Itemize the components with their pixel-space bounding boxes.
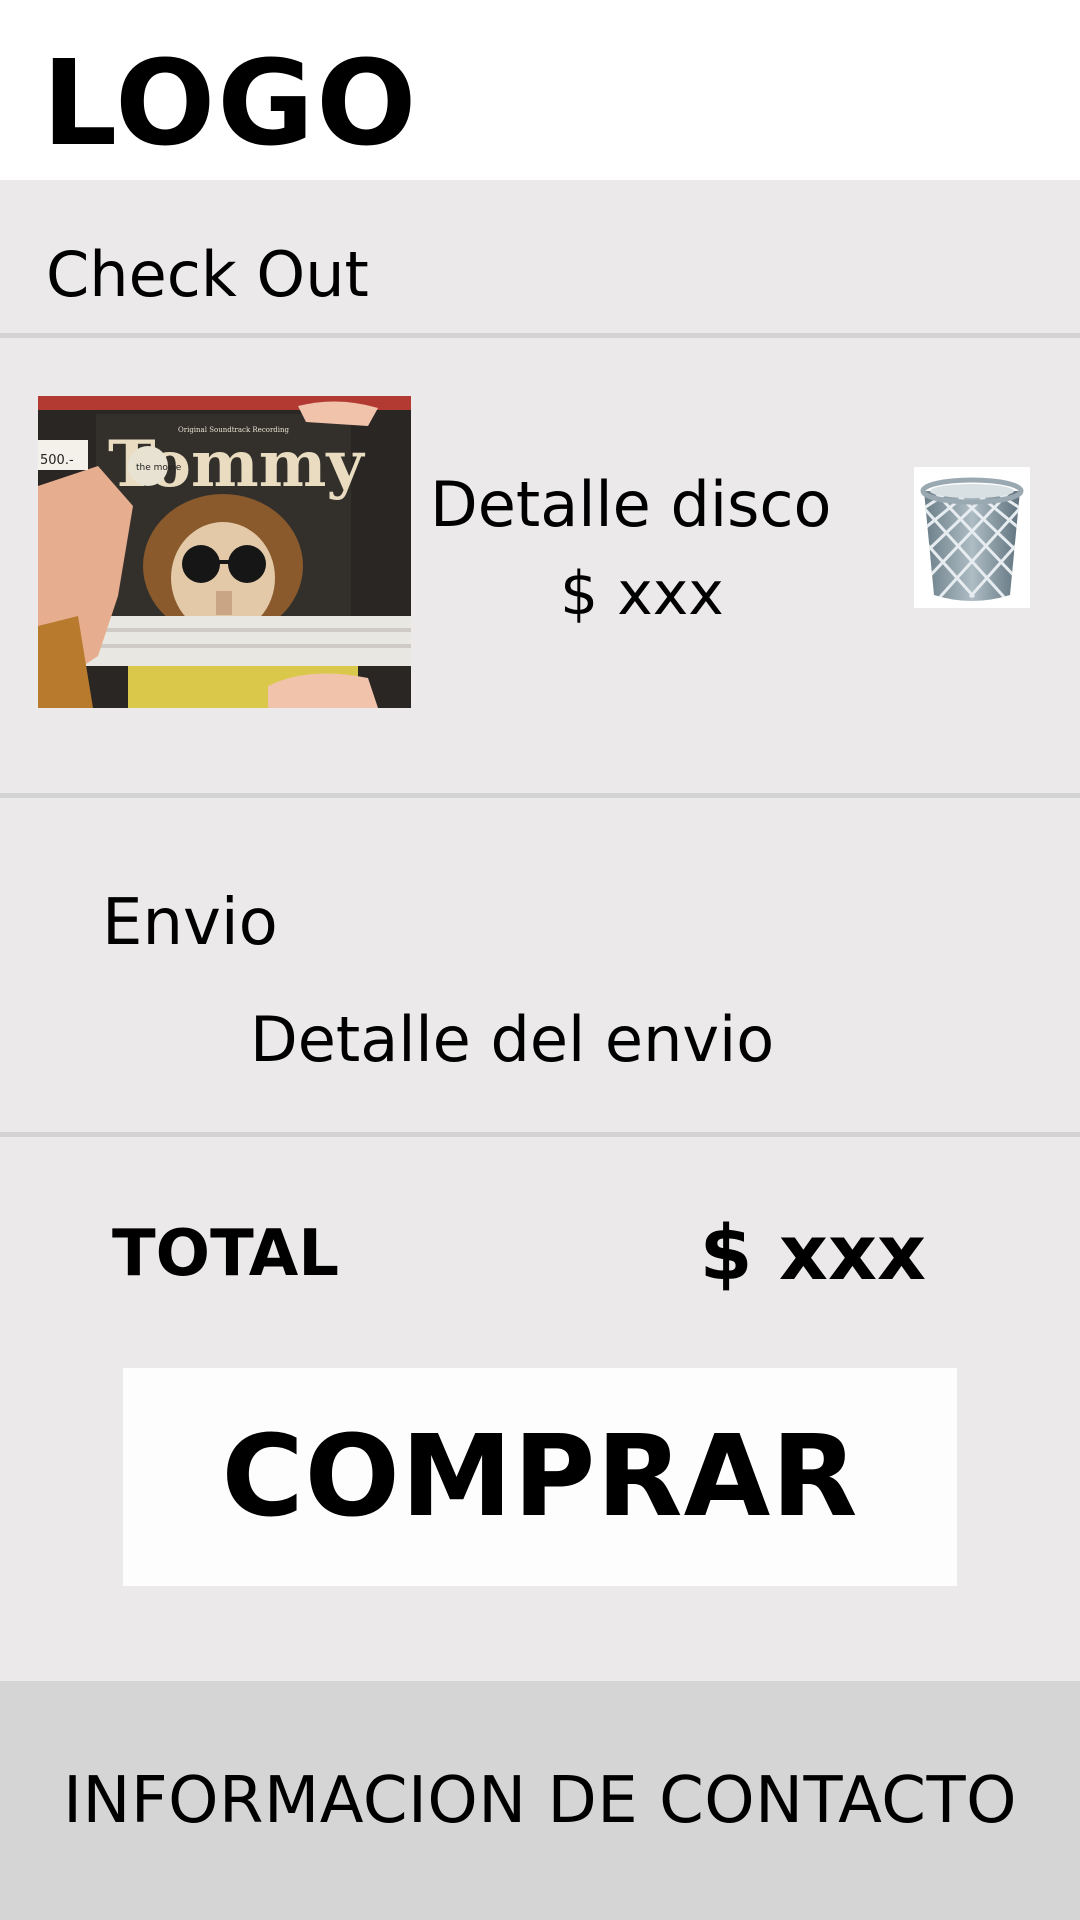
total-value: $ xxx — [699, 1208, 926, 1297]
page-title: Check Out — [46, 238, 369, 311]
shipping-label: Envio — [102, 886, 278, 960]
checkout-page: LOGO Check Out Tommy the movie Original … — [0, 0, 1080, 1920]
album-cover-image: Tommy the movie Original Soundtrack Reco… — [38, 396, 411, 708]
divider — [0, 1132, 1080, 1137]
footer: INFORMACION DE CONTACTO — [0, 1681, 1080, 1920]
contact-info-link[interactable]: INFORMACION DE CONTACTO — [63, 1769, 1017, 1833]
trash-icon — [920, 477, 1024, 601]
item-price: $ xxx — [560, 559, 724, 629]
divider — [0, 333, 1080, 338]
album-subtitle: Original Soundtrack Recording — [178, 426, 290, 434]
sticker-price: 500.- — [40, 453, 74, 468]
divider — [0, 793, 1080, 798]
album-badge: the movie — [136, 463, 182, 473]
logo[interactable]: LOGO — [42, 44, 418, 162]
shipping-detail: Detalle del envio — [250, 1003, 775, 1076]
buy-button[interactable]: COMPRAR — [123, 1368, 957, 1586]
item-name: Detalle disco — [430, 468, 832, 541]
header: LOGO — [0, 0, 1080, 180]
delete-item-button[interactable] — [914, 467, 1030, 608]
total-label: TOTAL — [112, 1217, 340, 1291]
